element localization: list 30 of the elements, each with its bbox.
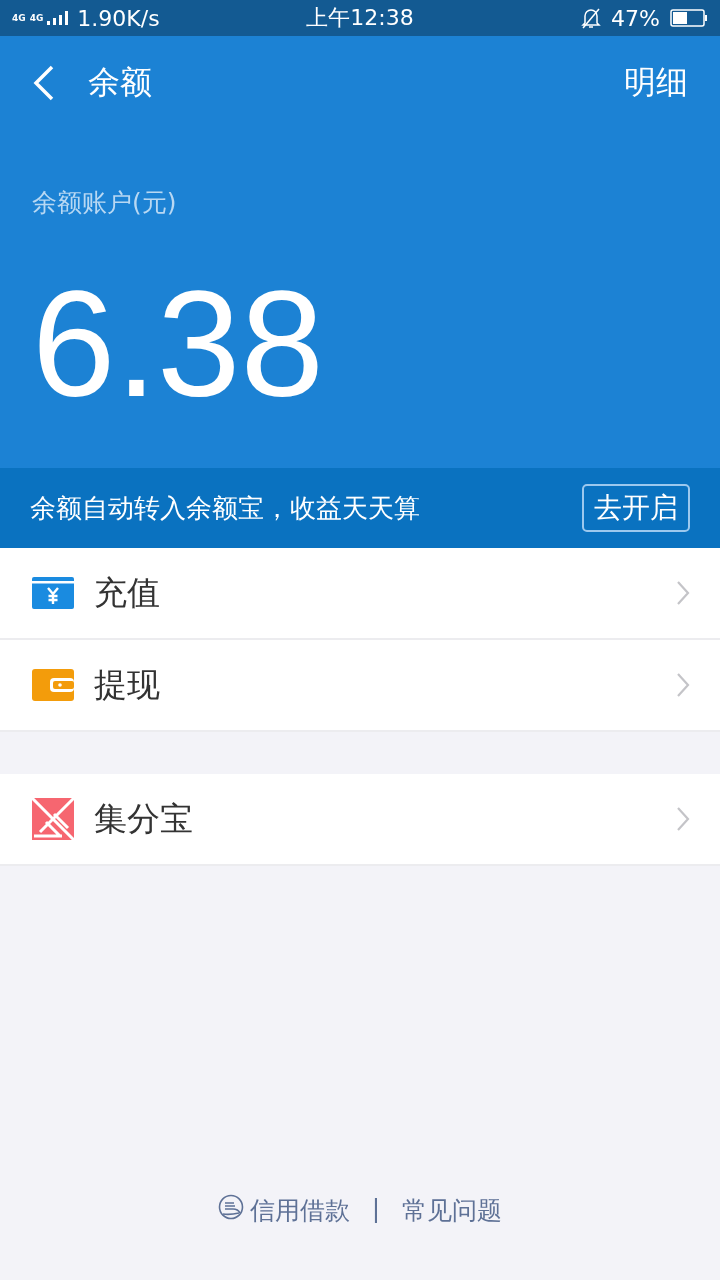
menu-label: 充值 — [94, 571, 161, 614]
menu-label: 提现 — [94, 663, 161, 706]
balance-label: 余额账户(元) — [32, 187, 178, 219]
battery-percent: 47% — [611, 5, 660, 31]
footer-link[interactable]: 信用借款 — [249, 1194, 350, 1227]
signal-icon — [47, 11, 70, 25]
back-icon[interactable] — [32, 65, 56, 101]
chevron-right-icon — [676, 672, 690, 698]
muted-bell-icon — [581, 7, 602, 29]
menu-item[interactable]: 提现 — [0, 640, 720, 732]
menu-item[interactable]: 集分宝 — [0, 774, 720, 866]
balance-amount: 6.38 — [32, 269, 325, 419]
menu-item[interactable]: 充值 — [0, 548, 720, 640]
page-title: 余额 — [88, 62, 152, 103]
separator: | — [371, 1194, 381, 1223]
card-yen-icon — [32, 577, 74, 609]
network-label: 4G — [12, 13, 26, 23]
wallet-icon — [32, 669, 74, 701]
clock: 上午12:38 — [306, 4, 414, 32]
footer-link[interactable]: 常见问题 — [402, 1194, 503, 1227]
enable-button[interactable]: 去开启 — [582, 484, 690, 532]
points-icon — [32, 798, 74, 840]
network-speed: 1.90K/s — [77, 5, 160, 31]
network-label: 4G — [29, 13, 44, 23]
battery-icon — [670, 9, 708, 27]
promo-text: 余额自动转入余额宝，收益天天算 — [30, 491, 420, 525]
chevron-right-icon — [676, 806, 690, 832]
chevron-right-icon — [676, 580, 690, 606]
menu-label: 集分宝 — [94, 797, 194, 840]
details-link[interactable]: 明细 — [624, 61, 688, 105]
